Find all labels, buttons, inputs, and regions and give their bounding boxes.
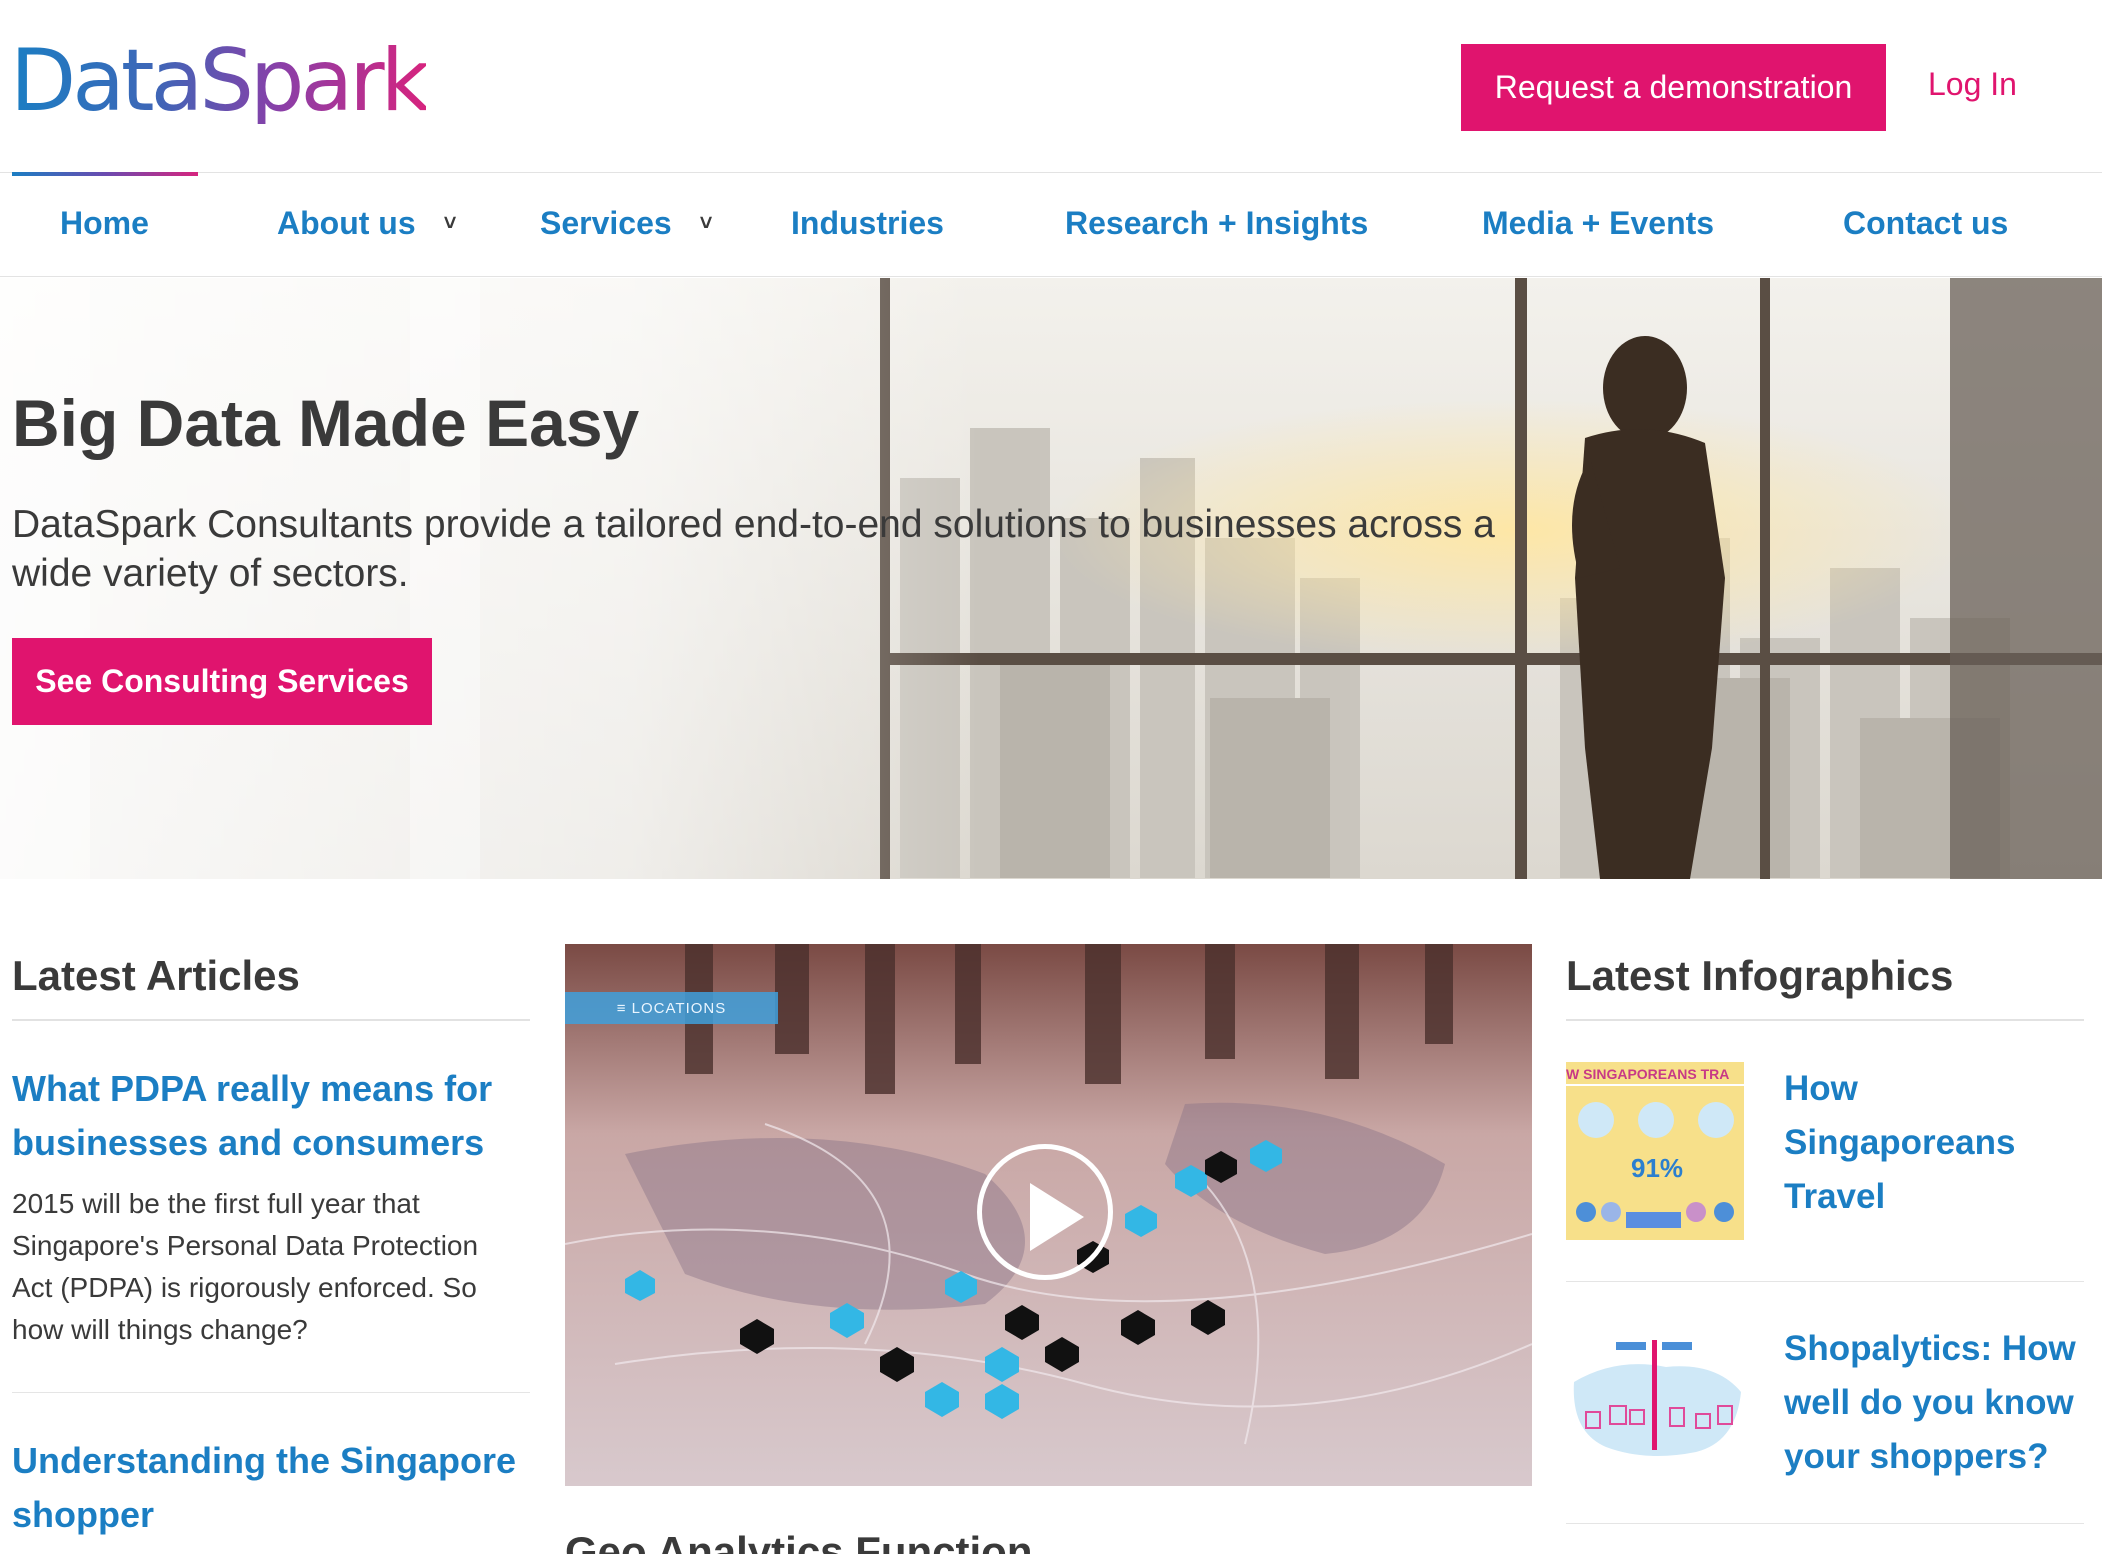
see-consulting-services-button[interactable]: See Consulting Services bbox=[12, 638, 432, 725]
infographic-separator bbox=[1566, 1523, 2084, 1524]
infographics-divider bbox=[1566, 1019, 2084, 1021]
hero-description: DataSpark Consultants provide a tailored… bbox=[12, 503, 1495, 595]
infographic-thumbnail[interactable]: 91% W SINGAPOREANS TRA bbox=[1566, 1062, 1744, 1240]
nav-item-media[interactable]: Media + Events bbox=[1482, 205, 1714, 242]
nav-item-services[interactable]: Services ˅ bbox=[540, 205, 713, 242]
shopalytics-infographic-image bbox=[1566, 1322, 1744, 1500]
infographic-title-link[interactable]: How Singaporeans Travel bbox=[1784, 1062, 2044, 1224]
article-excerpt: 2015 will be the first full year that Si… bbox=[12, 1188, 479, 1345]
article-title-link[interactable]: Understanding the Singapore shopper bbox=[12, 1434, 532, 1542]
video-player[interactable]: ≡ LOCATIONS bbox=[565, 944, 1532, 1486]
latest-articles-heading: Latest Articles bbox=[12, 952, 300, 999]
login-link[interactable]: Log In bbox=[1928, 66, 2017, 103]
article-title-link[interactable]: What PDPA really means for businesses an… bbox=[12, 1062, 532, 1170]
thumb-stat: 91% bbox=[1631, 1153, 1683, 1183]
latest-infographics-heading: Latest Infographics bbox=[1566, 952, 1954, 999]
chevron-down-icon[interactable]: ˅ bbox=[444, 210, 457, 236]
travel-infographic-image: 91% bbox=[1566, 1062, 1744, 1240]
infographic-thumbnail[interactable] bbox=[1566, 1322, 1744, 1500]
datasppark-logo[interactable]: DataSpark bbox=[10, 38, 430, 124]
nav-item-home[interactable]: Home bbox=[60, 205, 149, 242]
nav-item-label: Services bbox=[540, 205, 672, 241]
articles-divider bbox=[12, 1019, 530, 1021]
geo-analytics-heading: Geo Analytics Function bbox=[565, 1528, 1033, 1554]
play-icon bbox=[1030, 1183, 1084, 1251]
play-button[interactable] bbox=[977, 1144, 1113, 1280]
infographic-title-link[interactable]: Shopalytics: How well do you know your s… bbox=[1784, 1322, 2084, 1484]
nav-item-label: Industries bbox=[791, 205, 944, 241]
main-nav: Home About us ˅ Services ˅ Industries Rese… bbox=[0, 173, 2102, 277]
nav-item-label: Research + Insights bbox=[1065, 205, 1369, 241]
nav-item-about[interactable]: About us ˅ bbox=[277, 205, 457, 242]
nav-item-label: Home bbox=[60, 205, 149, 241]
nav-item-label: Contact us bbox=[1843, 205, 2009, 241]
infographic-separator bbox=[1566, 1281, 2084, 1282]
nav-item-contact[interactable]: Contact us bbox=[1843, 205, 2008, 242]
nav-item-label: About us bbox=[277, 205, 416, 241]
request-demo-button[interactable]: Request a demonstration bbox=[1461, 44, 1886, 131]
chevron-down-icon[interactable]: ˅ bbox=[700, 210, 713, 236]
thumb-banner: W SINGAPOREANS TRA bbox=[1566, 1066, 1730, 1082]
locations-tag: ≡ LOCATIONS bbox=[565, 992, 778, 1024]
nav-item-research[interactable]: Research + Insights bbox=[1065, 205, 1368, 242]
site-header: DataSpark Request a demonstration Log In bbox=[0, 0, 2102, 172]
article-separator bbox=[12, 1392, 530, 1393]
hero-title: Big Data Made Easy bbox=[12, 386, 640, 460]
nav-item-label: Media + Events bbox=[1482, 205, 1715, 241]
nav-item-industries[interactable]: Industries bbox=[791, 205, 944, 242]
